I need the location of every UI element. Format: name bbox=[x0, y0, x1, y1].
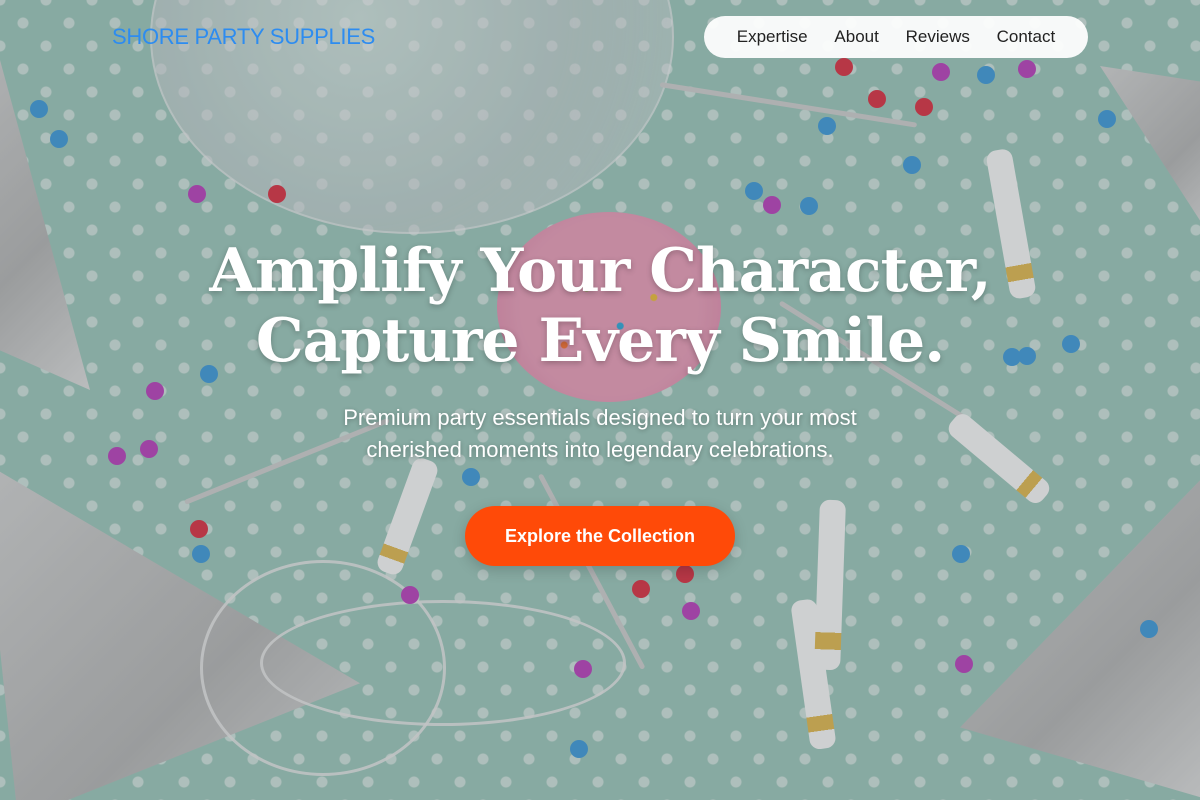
nav-link-contact[interactable]: Contact bbox=[997, 27, 1056, 47]
hero-subtitle: Premium party essentials designed to tur… bbox=[250, 402, 950, 466]
hero-dim-overlay bbox=[0, 0, 1200, 800]
nav-link-about[interactable]: About bbox=[834, 27, 878, 47]
hero-title: Amplify Your Character, Capture Every Sm… bbox=[100, 236, 1100, 376]
hero-background-image bbox=[0, 0, 1200, 800]
explore-collection-button[interactable]: Explore the Collection bbox=[465, 506, 735, 566]
hero-title-line-1: Amplify Your Character, bbox=[209, 236, 991, 306]
hero-subtitle-line-1: Premium party essentials designed to tur… bbox=[343, 405, 857, 430]
nav-link-expertise[interactable]: Expertise bbox=[737, 27, 808, 47]
brand-logo[interactable]: SHORE PARTY SUPPLIES bbox=[112, 24, 375, 50]
hero-subtitle-line-2: cherished moments into legendary celebra… bbox=[366, 437, 834, 462]
hero-title-line-2: Capture Every Smile. bbox=[255, 306, 945, 376]
nav-link-reviews[interactable]: Reviews bbox=[906, 27, 970, 47]
top-nav: Expertise About Reviews Contact bbox=[704, 16, 1088, 58]
